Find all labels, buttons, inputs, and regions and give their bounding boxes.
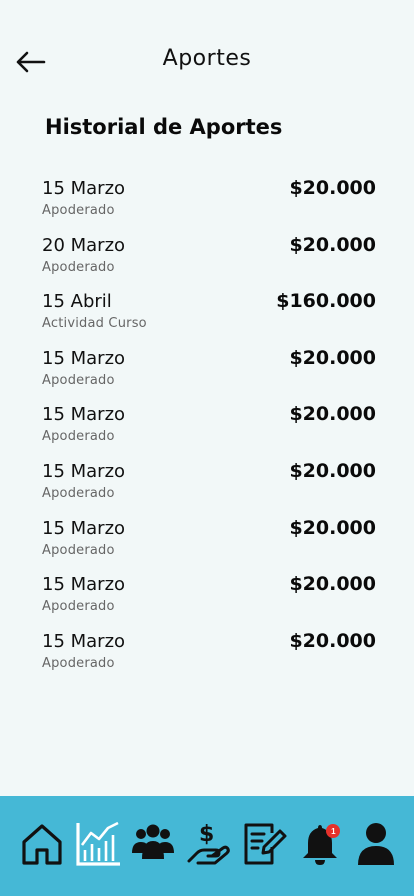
nav-stats[interactable] — [74, 818, 122, 870]
item-amount: $20.000 — [289, 177, 376, 199]
list-item[interactable]: 15 Marzo Apoderado $20.000 — [42, 629, 376, 686]
list-item[interactable]: 20 Marzo Apoderado $20.000 — [42, 233, 376, 290]
home-icon — [22, 824, 62, 865]
section-title: Historial de Aportes — [45, 115, 283, 139]
list-item[interactable]: 15 Marzo Apoderado $20.000 — [42, 346, 376, 403]
item-source: Apoderado — [42, 259, 115, 275]
item-amount: $20.000 — [289, 233, 376, 256]
item-date: 15 Abril — [42, 291, 112, 313]
list-item[interactable]: 15 Marzo Apoderado $20.000 — [42, 516, 376, 573]
nav-group[interactable] — [129, 818, 177, 870]
header: Aportes — [0, 0, 414, 120]
list-item[interactable]: 15 Marzo Apoderado $20.000 — [42, 402, 376, 459]
list-item[interactable]: 15 Marzo Apoderado $20.000 — [42, 459, 376, 516]
list-item[interactable]: 15 Abril Actividad Curso $160.000 — [42, 289, 376, 346]
edit-document-icon — [244, 823, 287, 865]
item-date: 15 Marzo — [42, 460, 126, 482]
item-source: Apoderado — [42, 542, 115, 558]
item-amount: $20.000 — [289, 403, 376, 426]
group-icon — [132, 824, 175, 859]
item-date: 15 Marzo — [42, 178, 126, 199]
item-source: Actividad Curso — [42, 316, 147, 332]
list-item[interactable]: 15 Marzo Apoderado $20.000 — [42, 176, 376, 233]
item-date: 15 Marzo — [42, 347, 126, 369]
user-icon — [358, 823, 395, 865]
payment-hand-icon: $ — [187, 822, 230, 865]
item-amount: $20.000 — [289, 346, 376, 369]
item-source: Apoderado — [42, 655, 115, 671]
item-date: 15 Marzo — [42, 630, 126, 652]
bottom-nav: $ 1 — [0, 796, 414, 896]
nav-home[interactable] — [18, 818, 66, 870]
page-title: Aportes — [162, 46, 252, 71]
nav-notes[interactable] — [241, 818, 289, 870]
item-source: Apoderado — [42, 429, 115, 445]
item-source: Apoderado — [42, 203, 115, 218]
nav-profile[interactable] — [352, 818, 400, 870]
contributions-list: 15 Marzo Apoderado $20.000 20 Marzo Apod… — [42, 176, 376, 685]
item-source: Apoderado — [42, 599, 115, 615]
item-date: 20 Marzo — [42, 234, 126, 256]
list-item[interactable]: 15 Marzo Apoderado $20.000 — [42, 572, 376, 629]
item-date: 15 Marzo — [42, 574, 126, 596]
item-amount: $20.000 — [289, 516, 376, 539]
item-amount: $20.000 — [289, 629, 376, 652]
nav-payments[interactable]: $ — [185, 818, 233, 870]
item-source: Apoderado — [42, 485, 115, 501]
svg-text:$: $ — [199, 822, 214, 847]
item-amount: $20.000 — [289, 573, 376, 596]
item-amount: $160.000 — [276, 290, 376, 313]
item-date: 15 Marzo — [42, 517, 126, 539]
item-amount: $20.000 — [289, 459, 376, 482]
chart-icon — [75, 821, 120, 866]
item-source: Apoderado — [42, 372, 115, 388]
item-date: 15 Marzo — [42, 404, 126, 426]
nav-notifications[interactable]: 1 — [296, 818, 344, 870]
